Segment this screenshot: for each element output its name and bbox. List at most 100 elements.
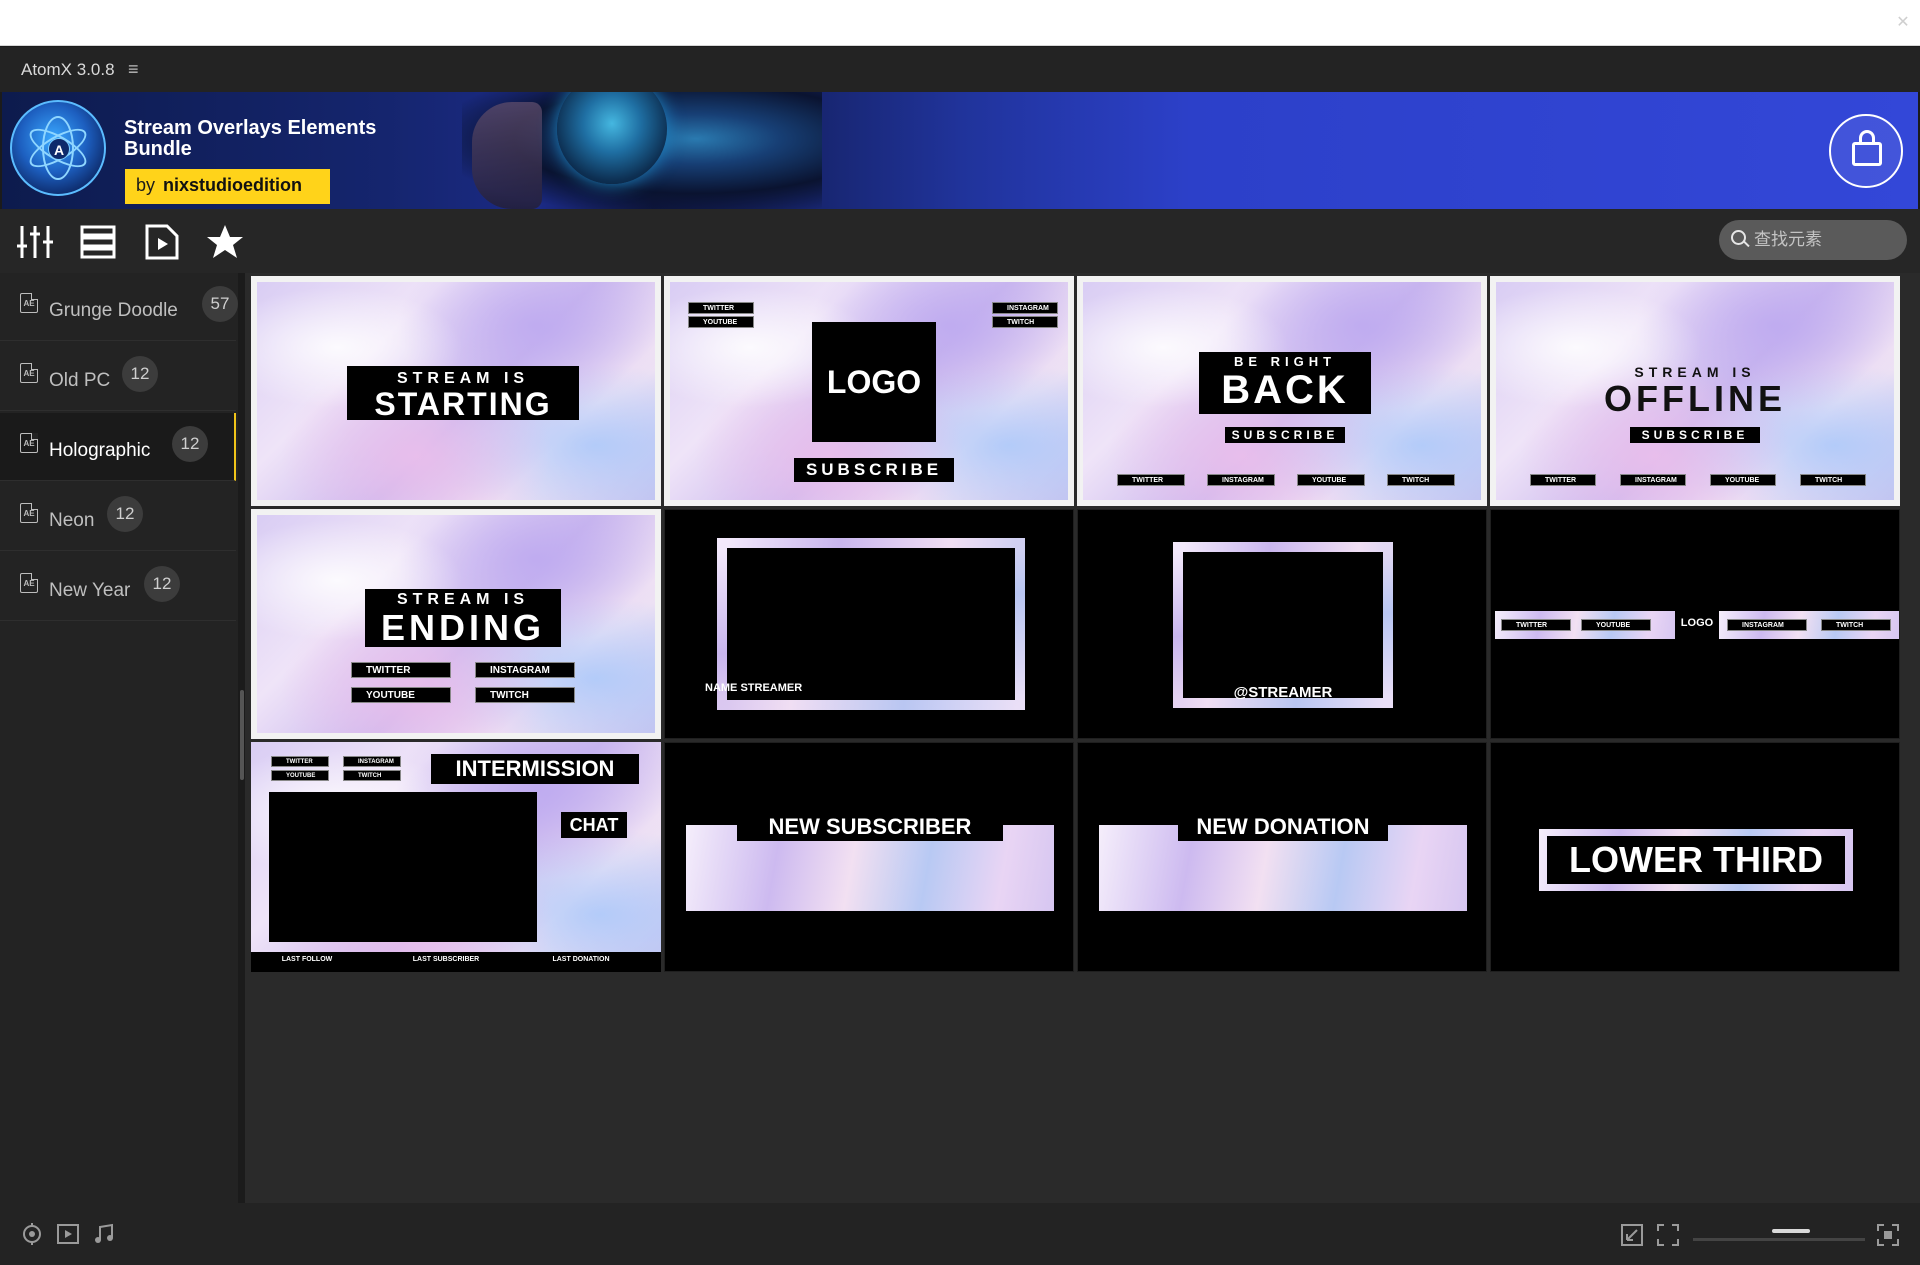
chip-twitter: TWITTER	[1501, 619, 1571, 631]
tile-be-right-back[interactable]: BE RIGHT BACK SUBSCRIBE TWITTER INSTAGRA…	[1077, 276, 1487, 506]
chip-twitter: TWITTER	[271, 756, 329, 767]
thumbnail-size-slider[interactable]	[1693, 1238, 1865, 1241]
video-file-icon[interactable]	[141, 222, 183, 262]
banner-title: Stream Overlays Elements Bundle	[124, 117, 377, 160]
webcam-name-label: NAME STREAMER	[705, 682, 803, 694]
chip-instagram: INSTAGRAM	[1207, 474, 1275, 486]
tile-lower-third[interactable]: LOWER THIRD	[1490, 742, 1900, 972]
chip-youtube: YOUTUBE	[1297, 474, 1365, 486]
window-close-icon[interactable]: ✕	[1894, 14, 1912, 32]
lower-third-label: LOWER THIRD	[1547, 836, 1845, 884]
ae-file-icon: AE	[20, 293, 38, 313]
sidebar-item-count: 12	[144, 566, 180, 602]
chip-youtube: YOUTUBE	[351, 687, 451, 703]
ae-file-icon: AE	[20, 573, 38, 593]
star-icon[interactable]	[204, 222, 246, 262]
fit-icon[interactable]	[1656, 1223, 1680, 1247]
sidebar-item-label: Neon	[49, 510, 95, 531]
list-icon[interactable]	[78, 222, 120, 262]
chip-twitch: TWITCH	[343, 770, 401, 781]
last-subscriber-label: LAST SUBSCRIBER	[412, 956, 480, 963]
chip-twitter: TWITTER	[1530, 474, 1596, 486]
tile-webcam-frame-handle[interactable]: @STREAMER	[1077, 509, 1487, 739]
app-window: ✕ AtomX 3.0.8 ≡ A Stream Overlays Elemen…	[0, 0, 1920, 1265]
author-name: nixstudioedition	[163, 175, 302, 195]
chip-youtube: YOUTUBE	[1710, 474, 1776, 486]
sidebar-item-count: 12	[122, 356, 158, 392]
tile-stream-ending[interactable]: STREAM IS ENDING TWITTER INSTAGRAM YOUTU…	[251, 509, 661, 739]
chip-twitch: TWITCH	[475, 687, 575, 703]
last-follow-label: LAST FOLLOW	[281, 956, 333, 963]
toolbar	[0, 209, 1920, 273]
sidebar-item-count: 12	[172, 426, 208, 462]
sidebar-item-old-pc[interactable]: AE Old PC 12	[0, 343, 236, 411]
subscribe-label: SUBSCRIBE	[1630, 427, 1760, 443]
import-icon[interactable]	[1620, 1223, 1644, 1247]
app-titlebar: AtomX 3.0.8 ≡	[0, 47, 1920, 92]
subscribe-label: SUBSCRIBE	[794, 458, 954, 482]
sidebar-item-new-year[interactable]: AE New Year 12	[0, 553, 236, 621]
sidebar-resize-handle[interactable]	[240, 690, 244, 780]
search-box[interactable]	[1719, 220, 1907, 260]
shopping-bag-icon	[1852, 142, 1882, 166]
search-input[interactable]	[1754, 228, 1899, 252]
tile-social-bar[interactable]: TWITTER YOUTUBE LOGO INSTAGRAM TWITCH	[1490, 509, 1900, 739]
sidebar-item-label: Grunge Doodle	[49, 300, 178, 321]
tile-title: ENDING	[380, 607, 545, 648]
intermission-chat: CHAT	[561, 812, 627, 838]
tile-intermission[interactable]: TWITTER INSTAGRAM YOUTUBE TWITCH INTERMI…	[251, 742, 661, 972]
chip-instagram: INSTAGRAM	[1620, 474, 1686, 486]
tile-subtitle: BE RIGHT	[1233, 354, 1337, 369]
app-title: AtomX 3.0.8	[21, 60, 115, 79]
intermission-video	[269, 792, 537, 942]
sidebar-item-label: Holographic	[49, 440, 151, 461]
fullscreen-icon[interactable]	[1876, 1223, 1900, 1247]
tile-title: BACK	[1221, 368, 1349, 412]
webcam-handle-label: @STREAMER	[1233, 684, 1333, 701]
tile-webcam-frame-name[interactable]: NAME STREAMER	[664, 509, 1074, 739]
tile-new-donation[interactable]: NEW DONATION	[1077, 742, 1487, 972]
subscribe-label: SUBSCRIBE	[1225, 427, 1345, 443]
chip-instagram: INSTAGRAM	[992, 302, 1058, 314]
category-sidebar: AE Grunge Doodle 57 AE Old PC 12 AE Holo…	[0, 273, 238, 1203]
chip-instagram: INSTAGRAM	[343, 756, 401, 767]
chip-twitch: TWITCH	[1800, 474, 1866, 486]
alert-label: NEW SUBSCRIBER	[737, 813, 1003, 841]
atomx-logo: A	[10, 100, 106, 196]
tile-title: STARTING	[374, 386, 552, 422]
hamburger-menu-icon[interactable]: ≡	[128, 59, 139, 80]
sidebar-item-neon[interactable]: AE Neon 12	[0, 483, 236, 551]
social-bar-logo: LOGO	[1680, 617, 1714, 629]
sidebar-item-count: 57	[202, 286, 238, 322]
last-donation-label: LAST DONATION	[552, 956, 610, 963]
sidebar-item-grunge-doodle[interactable]: AE Grunge Doodle 57	[0, 273, 238, 341]
tile-stream-offline[interactable]: STREAM IS OFFLINE SUBSCRIBE TWITTER INST…	[1490, 276, 1900, 506]
chip-instagram: INSTAGRAM	[475, 662, 575, 678]
preset-icon[interactable]	[20, 1222, 44, 1246]
chip-twitch: TWITCH	[1387, 474, 1455, 486]
tile-logo-subscribe[interactable]: TWITTER YOUTUBE INSTAGRAM TWITCH LOGO SU…	[664, 276, 1074, 506]
chip-twitch: TWITCH	[1821, 619, 1891, 631]
intermission-title: INTERMISSION	[431, 754, 639, 784]
tile-new-subscriber[interactable]: NEW SUBSCRIBER	[664, 742, 1074, 972]
tile-title: OFFLINE	[1604, 378, 1786, 419]
sidebar-item-count: 12	[107, 496, 143, 532]
ae-file-icon: AE	[20, 433, 38, 453]
logo-placeholder: LOGO	[812, 322, 936, 442]
sliders-icon[interactable]	[15, 222, 57, 262]
video-icon[interactable]	[56, 1222, 80, 1246]
chip-twitter: TWITTER	[1117, 474, 1185, 486]
chip-twitter: TWITTER	[351, 662, 451, 678]
chip-youtube: YOUTUBE	[688, 316, 754, 328]
sidebar-item-label: New Year	[49, 580, 131, 601]
sidebar-item-label: Old PC	[49, 370, 111, 391]
chip-instagram: INSTAGRAM	[1727, 619, 1807, 631]
sidebar-item-holographic[interactable]: AE Holographic 12	[0, 413, 236, 481]
chip-youtube: YOUTUBE	[271, 770, 329, 781]
shop-button[interactable]	[1829, 114, 1903, 188]
music-icon[interactable]	[92, 1222, 116, 1246]
ae-file-icon: AE	[20, 503, 38, 523]
slider-thumb[interactable]	[1772, 1229, 1810, 1233]
tile-stream-starting[interactable]: STREAM IS STARTING	[251, 276, 661, 506]
banner-person	[472, 102, 542, 209]
